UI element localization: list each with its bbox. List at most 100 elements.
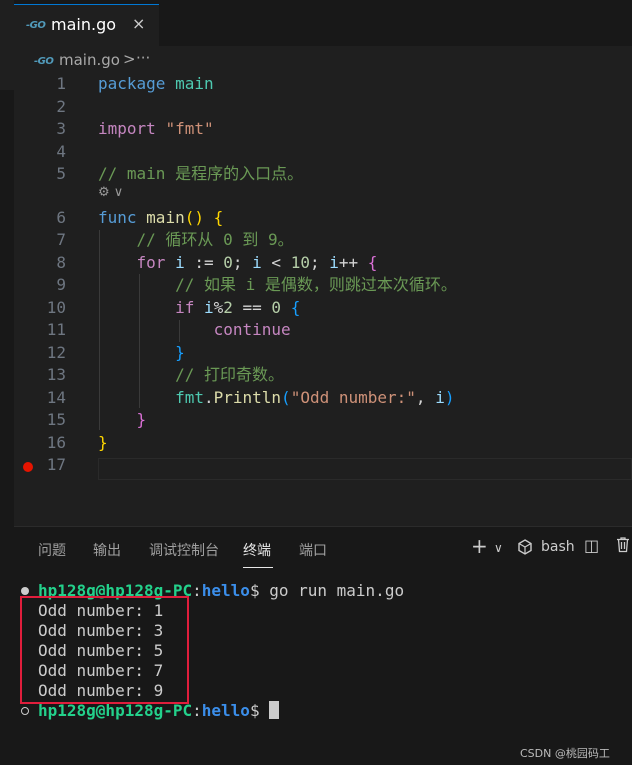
- breadcrumb-file[interactable]: main.go: [59, 51, 120, 69]
- code-token: 0: [223, 252, 233, 272]
- go-file-icon: -GO: [26, 20, 46, 31]
- code-token: }: [175, 342, 185, 362]
- line-text: continue: [98, 319, 291, 341]
- panel-tab-bar: 问题 输出 调试控制台 终端 端口 + ∨ bash ◫: [14, 527, 632, 573]
- line-number: 10: [46, 297, 66, 317]
- code-token: }: [136, 410, 147, 429]
- code-token: // 循环从 0 到 9。: [98, 230, 294, 249]
- line-number: 14: [46, 387, 66, 407]
- code-line[interactable]: 13 // 打印奇数。: [14, 364, 632, 386]
- code-line[interactable]: 2: [14, 96, 632, 118]
- code-token: {: [367, 252, 378, 272]
- shell-name[interactable]: bash: [541, 539, 575, 565]
- line-text: package main: [98, 73, 214, 95]
- code-token: fmt: [98, 387, 204, 407]
- code-editor[interactable]: ⚙ ∨ 1 package main 2 3 import "fmt" 4 5 // main…: [14, 72, 632, 492]
- code-token: <: [261, 252, 291, 272]
- code-line[interactable]: 14 fmt.Println("Odd number:", i): [14, 387, 632, 409]
- command-status-icon[interactable]: [21, 707, 29, 715]
- code-token: {: [290, 297, 301, 317]
- code-token: i: [435, 387, 445, 407]
- line-text: // main 是程序的入口点。: [98, 163, 303, 185]
- tab-output[interactable]: 输出: [93, 540, 121, 560]
- code-line[interactable]: 16}: [14, 432, 632, 454]
- code-token: ;: [309, 252, 330, 272]
- line-text: }: [98, 342, 185, 364]
- line-number: 1: [56, 74, 66, 93]
- code-line[interactable]: 17: [14, 454, 632, 476]
- code-token: i: [175, 252, 185, 272]
- terminal-prompt-line: hp128g@hp128g-PC:hello$: [38, 701, 280, 721]
- line-text: for i := 0; i < 10; i++ {: [98, 252, 378, 274]
- tab-debug-console[interactable]: 调试控制台: [149, 540, 219, 560]
- editor-tab-bar: -GO main.go ×: [14, 0, 632, 46]
- line-text: if i%2 == 0 {: [98, 297, 300, 319]
- tab-ports[interactable]: 端口: [299, 540, 327, 560]
- highlight-box: [20, 596, 189, 704]
- codelens-actions[interactable]: ⚙ ∨: [98, 185, 123, 205]
- line-number: 13: [46, 365, 66, 384]
- breadcrumb-separator-icon: >: [123, 50, 136, 68]
- code-token: main: [175, 74, 214, 93]
- code-line[interactable]: 3 import "fmt": [14, 118, 632, 140]
- breadcrumb-more[interactable]: ···: [136, 49, 150, 67]
- code-token: 2: [223, 297, 233, 317]
- line-number: 9: [56, 275, 66, 294]
- code-line[interactable]: 6 func main() {: [14, 207, 632, 229]
- line-number: 11: [46, 320, 66, 339]
- code-line[interactable]: 1 package main: [14, 73, 632, 95]
- code-token: package: [98, 74, 176, 93]
- line-text: }: [98, 432, 108, 454]
- code-token: %: [213, 297, 224, 317]
- command-status-icon[interactable]: [21, 587, 29, 595]
- active-tab-indicator: [243, 567, 273, 568]
- code-line[interactable]: 8 for i := 0; i < 10; i++ {: [14, 252, 632, 274]
- line-text: }: [98, 409, 147, 431]
- code-token: // 打印奇数。: [98, 365, 284, 384]
- line-number: 6: [56, 207, 66, 227]
- watermark: CSDN @桃园码工: [520, 747, 610, 760]
- line-number: 4: [56, 141, 66, 161]
- code-token: ,: [415, 387, 436, 407]
- line-text: func main() {: [98, 207, 223, 229]
- code-line[interactable]: 11 continue: [14, 319, 632, 341]
- code-token: 0: [271, 297, 282, 317]
- kill-terminal-icon[interactable]: [615, 536, 631, 562]
- code-line[interactable]: 9 // 如果 i 是偶数，则跳过本次循环。: [14, 274, 632, 296]
- code-line[interactable]: 7 // 循环从 0 到 9。: [14, 229, 632, 251]
- code-line[interactable]: 12 }: [14, 342, 632, 364]
- code-token: :=: [184, 252, 224, 272]
- left-gutter-strip: [0, 0, 14, 765]
- line-text: fmt.Println("Odd number:", i): [98, 387, 454, 409]
- line-text: // 循环从 0 到 9。: [98, 229, 294, 251]
- code-token: 10: [290, 252, 310, 272]
- add-terminal-icon[interactable]: +: [471, 534, 488, 560]
- tab-close-icon[interactable]: ×: [132, 14, 145, 33]
- code-line[interactable]: 10 if i%2 == 0 {: [14, 297, 632, 319]
- code-line[interactable]: 15 }: [14, 409, 632, 431]
- code-token: import: [98, 119, 166, 138]
- code-token: ==: [232, 297, 272, 317]
- code-line[interactable]: 4: [14, 141, 632, 163]
- code-token: i: [203, 297, 214, 317]
- line-number: 7: [56, 230, 66, 249]
- code-token: (: [281, 387, 291, 407]
- code-token: func: [98, 207, 147, 227]
- code-token: "fmt": [165, 119, 214, 138]
- vscode-window: -GO main.go × -GO main.go > ··· ⚙ ∨ 1 pac…: [0, 0, 632, 765]
- terminal-dropdown-icon[interactable]: ∨: [494, 541, 503, 567]
- line-number: 2: [56, 96, 66, 116]
- code-token: i: [252, 252, 262, 272]
- code-token: if: [98, 297, 204, 317]
- breadcrumb: -GO main.go > ···: [14, 48, 632, 74]
- terminal-cursor: [269, 701, 280, 719]
- tab-terminal[interactable]: 终端: [243, 540, 271, 560]
- line-number: 3: [56, 119, 66, 138]
- tab-problems[interactable]: 问题: [38, 540, 66, 560]
- split-terminal-icon[interactable]: ◫: [584, 536, 599, 562]
- tab-main-go[interactable]: -GO main.go ×: [14, 4, 159, 46]
- code-line[interactable]: 5 // main 是程序的入口点。: [14, 163, 632, 185]
- code-token: for: [98, 252, 176, 272]
